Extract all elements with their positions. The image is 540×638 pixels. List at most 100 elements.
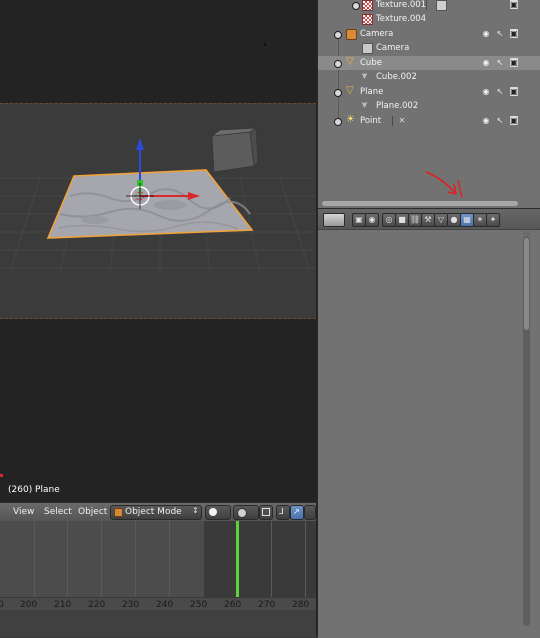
outliner-row-label: Cube	[360, 58, 382, 68]
timeline-gridline	[101, 521, 102, 597]
timeline-range-area	[204, 521, 316, 597]
solid-shading-icon	[209, 508, 217, 516]
cube-object	[210, 127, 259, 173]
timeline-tick-label: 200	[20, 600, 38, 610]
render-camera-icon[interactable]: ▣	[510, 0, 518, 9]
annotation-arrow	[425, 171, 463, 199]
context-tab-particles-icon[interactable]: ✦	[486, 213, 500, 227]
row-separator	[392, 116, 393, 126]
context-tab-object-icon[interactable]: ⛓	[408, 213, 422, 227]
outliner-row-label: Cube.002	[376, 72, 417, 82]
visibility-eye-icon[interactable]: ◉	[482, 29, 490, 38]
context-tab-material-icon[interactable]: ▦	[460, 213, 474, 227]
properties-header: ▣ ◉ ◎ ■ ⛓ ⚒ ▽ ● ▦ ✶ ✦	[318, 209, 540, 230]
outliner-row-texture-001[interactable]: Texture.001	[318, 0, 540, 12]
selectable-cursor-icon[interactable]: ↖	[496, 116, 504, 125]
timeline-tick-label: 210	[54, 600, 72, 610]
context-tab-modifiers-icon[interactable]: ▽	[434, 213, 448, 227]
outliner-row-plane[interactable]: ▽ Plane ◉ ↖ ▣	[318, 85, 540, 99]
outliner-row-point[interactable]: ☀ Point ✕ ◉ ↖ ▣	[318, 114, 540, 128]
selectable-cursor-icon[interactable]: ↖	[496, 29, 504, 38]
arrow-icon: ↗	[293, 507, 300, 516]
timeline-tick-label: 0	[0, 600, 4, 610]
camera-data-icon	[362, 43, 373, 54]
timeline-ruler[interactable]: 0 200 210 220 230 240 250 260 270 280	[0, 597, 316, 610]
timeline-tick-label: 280	[292, 600, 310, 610]
timeline-tick-label: 270	[258, 600, 276, 610]
render-camera-icon[interactable]: ▣	[510, 29, 518, 38]
manipulator-toggle[interactable]: ⅃	[276, 505, 290, 520]
render-camera-icon[interactable]: ▣	[510, 116, 518, 125]
selectable-cursor-icon[interactable]: ↖	[496, 87, 504, 96]
rotate-manipulator-toggle[interactable]	[304, 505, 316, 520]
outliner-row-label: Plane.002	[376, 101, 419, 111]
context-tab-object-data-icon[interactable]: ●	[447, 213, 461, 227]
timeline-tick-label: 240	[156, 600, 174, 610]
visibility-eye-icon[interactable]: ◉	[482, 87, 490, 96]
view-menu[interactable]: View	[13, 507, 34, 517]
translate-manipulator-toggle[interactable]: ↗	[290, 505, 304, 520]
select-menu[interactable]: Select	[44, 507, 72, 517]
image-icon[interactable]	[436, 0, 447, 11]
dropdown-arrows-icon: ↕	[192, 506, 199, 515]
object-mode-icon	[114, 508, 123, 517]
expand-toggle-icon[interactable]	[334, 118, 342, 126]
outliner-row-label: Camera	[360, 29, 394, 39]
timeline-editor[interactable]: 0 200 210 220 230 240 250 260 270 280	[0, 521, 316, 637]
viewport-header: View Select Object Object Mode ↕ ⅃ ↗	[0, 502, 316, 522]
frame-object-label: (260) Plane	[8, 485, 60, 495]
context-tab-texture-icon[interactable]: ✶	[473, 213, 487, 227]
viewport-scene	[0, 43, 316, 477]
expand-toggle-icon[interactable]	[334, 60, 342, 68]
lamp-icon: ☀	[346, 114, 355, 125]
render-camera-icon[interactable]: ▣	[510, 87, 518, 96]
pivot-icon	[237, 508, 247, 518]
expand-toggle-icon[interactable]	[334, 89, 342, 97]
timeline-tick-label: 230	[122, 600, 140, 610]
properties-editor[interactable]: ▣ ◉ ◎ ■ ⛓ ⚒ ▽ ● ▦ ✶ ✦	[318, 208, 540, 638]
outliner-row-label: Point	[360, 116, 382, 126]
texture-icon	[362, 14, 373, 25]
expand-toggle-icon[interactable]	[352, 2, 360, 10]
outliner-row-texture-004[interactable]: Texture.004	[318, 12, 540, 26]
outliner-row-label: Plane	[360, 87, 384, 97]
outliner-row-cube[interactable]: ▽ Cube ◉ ↖ ▣	[318, 56, 540, 70]
mesh-data-icon: ⩔	[362, 71, 368, 81]
timeline-gridline	[34, 521, 35, 597]
expand-toggle-icon[interactable]	[334, 31, 342, 39]
properties-vertical-scrollbar[interactable]	[523, 236, 530, 626]
context-tab-scene-icon[interactable]: ◎	[382, 213, 396, 227]
timeline-gridline	[135, 521, 136, 597]
visibility-eye-icon[interactable]: ◉	[482, 58, 490, 67]
3d-viewport[interactable]: (260) Plane	[0, 0, 316, 502]
render-camera-icon[interactable]: ▣	[510, 58, 518, 67]
mesh-object-icon: ▽	[346, 85, 354, 96]
lamp-data-icon[interactable]: ✕	[398, 116, 406, 125]
camera-icon	[346, 29, 357, 40]
context-tab-world-icon[interactable]: ■	[395, 213, 409, 227]
selectable-cursor-icon[interactable]: ↖	[496, 58, 504, 67]
object-menu[interactable]: Object	[78, 507, 107, 517]
scrollbar-top	[523, 231, 530, 235]
timeline-gridline	[271, 521, 272, 597]
context-tab-render-icon[interactable]: ▣	[352, 213, 366, 227]
timeline-current-frame-cursor[interactable]	[236, 521, 239, 597]
outliner-row-cube-002[interactable]: ⩔ Cube.002	[318, 70, 540, 84]
properties-scrollbar-thumb[interactable]	[524, 238, 529, 330]
timeline-gridline	[305, 521, 306, 597]
visibility-eye-icon[interactable]: ◉	[482, 116, 490, 125]
outliner-row-plane-002[interactable]: ⩔ Plane.002	[318, 99, 540, 113]
outliner-row-camera[interactable]: Camera ◉ ↖ ▣	[318, 27, 540, 41]
pivot-point-dropdown[interactable]	[233, 505, 259, 520]
viewport-shading-dropdown[interactable]	[205, 505, 231, 520]
context-tab-render-layers-icon[interactable]: ◉	[365, 213, 379, 227]
transform-orientation-button[interactable]	[259, 505, 273, 520]
mode-dropdown[interactable]: Object Mode ↕	[110, 505, 202, 520]
mode-dropdown-label: Object Mode	[125, 507, 182, 517]
timeline-gridline	[169, 521, 170, 597]
outliner-row-camera-data[interactable]: Camera	[318, 41, 540, 55]
editor-type-button[interactable]	[323, 213, 345, 227]
properties-body	[318, 230, 540, 638]
context-tab-constraints-icon[interactable]: ⚒	[421, 213, 435, 227]
timeline-tick-label: 220	[88, 600, 106, 610]
